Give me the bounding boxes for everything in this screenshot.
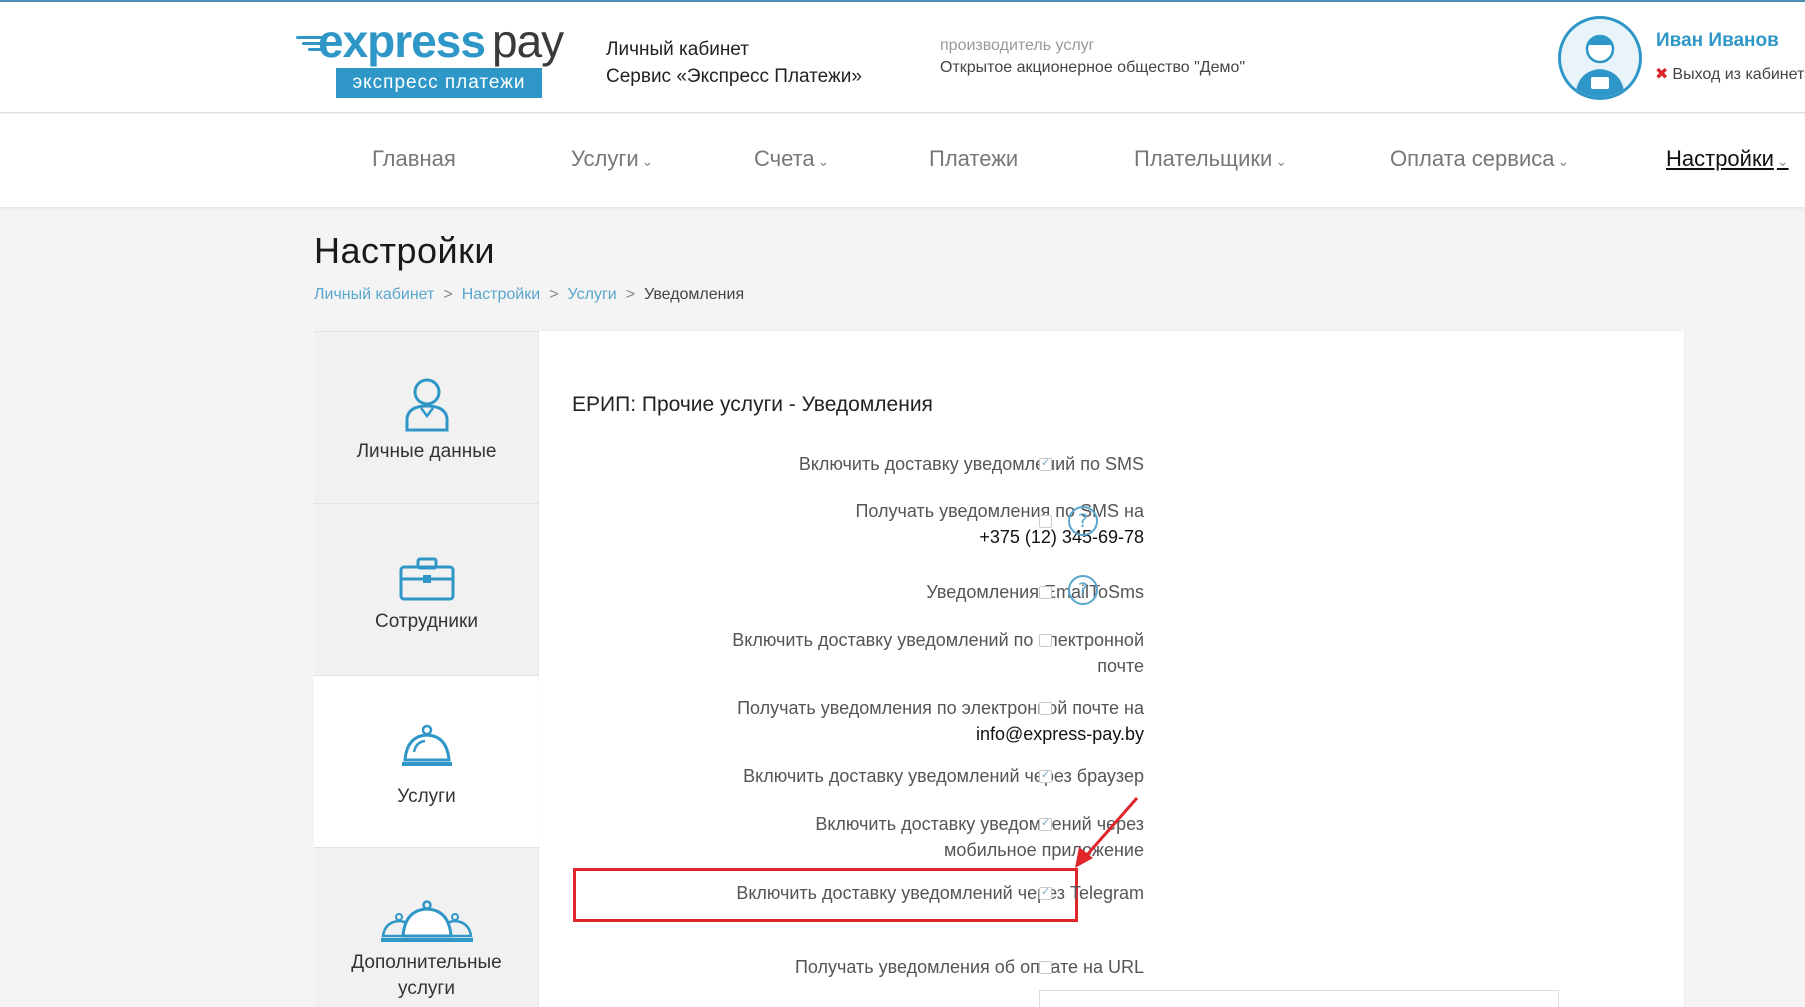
nav-item-payments[interactable]: Платежи	[929, 146, 1018, 172]
chevron-down-icon: ⌄	[641, 153, 654, 169]
checkbox-sms[interactable]	[1039, 456, 1052, 471]
logo-text-express: express	[318, 15, 486, 67]
sidebar-item-label: Услуги	[397, 786, 456, 807]
nav-item-payers[interactable]: Плательщики ⌄	[1134, 146, 1287, 172]
main-nav: Главная Услуги ⌄ Счета ⌄ Платежи Плательщи…	[0, 114, 1805, 207]
cabinet-title: Личный кабинет Сервис «Экспресс Платежи»	[606, 36, 862, 90]
chevron-down-icon: ⌄	[1776, 153, 1789, 169]
service-bells-icon	[380, 900, 473, 942]
checkbox-email-address[interactable]	[1039, 702, 1052, 715]
nav-label: Счета	[754, 146, 815, 171]
avatar[interactable]	[1558, 16, 1642, 100]
chevron-down-icon: ⌄	[1557, 153, 1570, 169]
sidebar-item-label: Личные данные	[356, 441, 497, 462]
row-label-line2: почте	[1097, 656, 1144, 676]
row-label-line1: Включить доставку уведомлений через	[815, 814, 1144, 834]
checkbox-sms-number[interactable]	[1039, 515, 1052, 528]
nav-label: Настройки	[1666, 146, 1774, 171]
row-label-telegram: Включить доставку уведомлений через Tele…	[736, 883, 1144, 903]
chevron-down-icon: ⌄	[817, 153, 830, 169]
row-label-sms: Включить доставку уведомлений по SMS	[798, 454, 1144, 474]
email-address: info@express-pay.by	[975, 724, 1144, 744]
row-label-browser: Включить доставку уведомлений через брау…	[743, 766, 1144, 786]
checkbox-email-to-sms[interactable]	[1039, 586, 1052, 599]
help-icon[interactable]: ?	[1068, 575, 1098, 605]
breadcrumb-current: Уведомления	[644, 286, 745, 303]
checkbox-mobile-app[interactable]	[1039, 816, 1052, 831]
sidebar-item-services[interactable]: Услуги	[314, 675, 539, 847]
sidebar-item-personal-data[interactable]: Личные данные	[314, 331, 539, 503]
checkbox-email[interactable]	[1039, 634, 1052, 647]
provider-name: Открытое акционерное общество "Демо"	[940, 59, 1246, 76]
nav-item-service-payment[interactable]: Оплата сервиса ⌄	[1390, 146, 1569, 172]
nav-label: Плательщики	[1134, 146, 1273, 171]
logo-text-pay: pay	[492, 15, 564, 67]
help-icon[interactable]: ?	[1068, 506, 1098, 536]
breadcrumb-services[interactable]: Услуги	[568, 286, 617, 303]
nav-item-services[interactable]: Услуги ⌄	[571, 146, 653, 172]
breadcrumb-cabinet[interactable]: Личный кабинет	[314, 286, 434, 303]
sidebar-item-label-line2: услуги	[398, 978, 455, 999]
row-label-email: Включить доставку уведомлений по электро…	[732, 627, 1144, 679]
settings-sidebar: Личные данные Сотрудники Услуги Дополнит…	[314, 331, 539, 1007]
row-label-text: Получать уведомления по SMS на	[855, 501, 1144, 521]
service-bell-icon	[401, 724, 452, 766]
top-header: express pay экспресс платежи Личный каби…	[0, 0, 1805, 113]
checkbox-telegram[interactable]	[1039, 885, 1052, 900]
breadcrumb: Личный кабинет > Настройки > Услуги > Уведомле…	[314, 286, 744, 304]
nav-item-settings[interactable]: Настройки ⌄	[1666, 146, 1789, 172]
user-avatar-icon	[1575, 34, 1625, 97]
url-input[interactable]	[1039, 990, 1559, 1007]
page-title: Настройки	[314, 230, 496, 271]
row-label-sms-number: Получать уведомления по SMS на +375 (12)…	[855, 498, 1144, 550]
sms-phone-number: +375 (12) 345-69-78	[979, 527, 1144, 547]
row-label-email-address: Получать уведомления по электронной почт…	[737, 695, 1144, 747]
breadcrumb-settings[interactable]: Настройки	[462, 286, 540, 303]
notifications-panel: ЕРИП: Прочие услуги - Уведомления Включи…	[539, 331, 1684, 1007]
row-label-email-to-sms: Уведомления EmailToSms	[926, 582, 1144, 602]
breadcrumb-separator: >	[549, 286, 559, 303]
checkbox-url[interactable]	[1039, 961, 1052, 974]
breadcrumb-separator: >	[443, 286, 453, 303]
cabinet-title-line2: Сервис «Экспресс Платежи»	[606, 66, 862, 87]
sidebar-item-employees[interactable]: Сотрудники	[314, 503, 539, 675]
nav-label: Платежи	[929, 146, 1019, 171]
cabinet-title-line1: Личный кабинет	[606, 39, 749, 60]
nav-item-invoices[interactable]: Счета ⌄	[754, 146, 829, 172]
checkbox-browser[interactable]	[1039, 768, 1052, 783]
provider-label: производитель услуг	[940, 37, 1095, 54]
sidebar-item-label-line1: Дополнительные	[351, 952, 502, 973]
logout-link[interactable]: ✖ Выход из кабинета	[1655, 64, 1805, 84]
nav-label: Главная	[372, 146, 456, 171]
user-name-link[interactable]: Иван Иванов	[1656, 30, 1779, 52]
sidebar-item-additional-services[interactable]: Дополнительные услуги	[314, 847, 539, 1007]
expresspay-logo[interactable]: express pay экспресс платежи	[296, 18, 566, 98]
logout-label: Выход из кабинета	[1672, 66, 1805, 83]
row-label-line2: мобильное приложение	[944, 840, 1144, 860]
row-label-line1: Включить доставку уведомлений по электро…	[732, 630, 1144, 650]
row-label-url: Получать уведомления об оплате на URL	[794, 957, 1144, 977]
breadcrumb-separator: >	[625, 286, 636, 303]
row-label-text: Получать уведомления по электронной почт…	[737, 698, 1144, 718]
nav-label: Услуги	[571, 146, 639, 171]
user-icon	[405, 378, 448, 432]
chevron-down-icon: ⌄	[1275, 153, 1288, 169]
nav-item-home[interactable]: Главная	[372, 146, 456, 172]
close-icon: ✖	[1655, 66, 1669, 83]
row-label-mobile-app: Включить доставку уведомлений через моби…	[815, 811, 1144, 863]
briefcase-icon	[399, 557, 454, 601]
provider-info: производитель услуг Открытое акционерное…	[940, 35, 1245, 79]
panel-title: ЕРИП: Прочие услуги - Уведомления	[572, 393, 933, 416]
nav-label: Оплата сервиса	[1390, 146, 1555, 171]
sidebar-item-label: Сотрудники	[375, 611, 478, 632]
logo-subtitle: экспресс платежи	[336, 68, 542, 98]
